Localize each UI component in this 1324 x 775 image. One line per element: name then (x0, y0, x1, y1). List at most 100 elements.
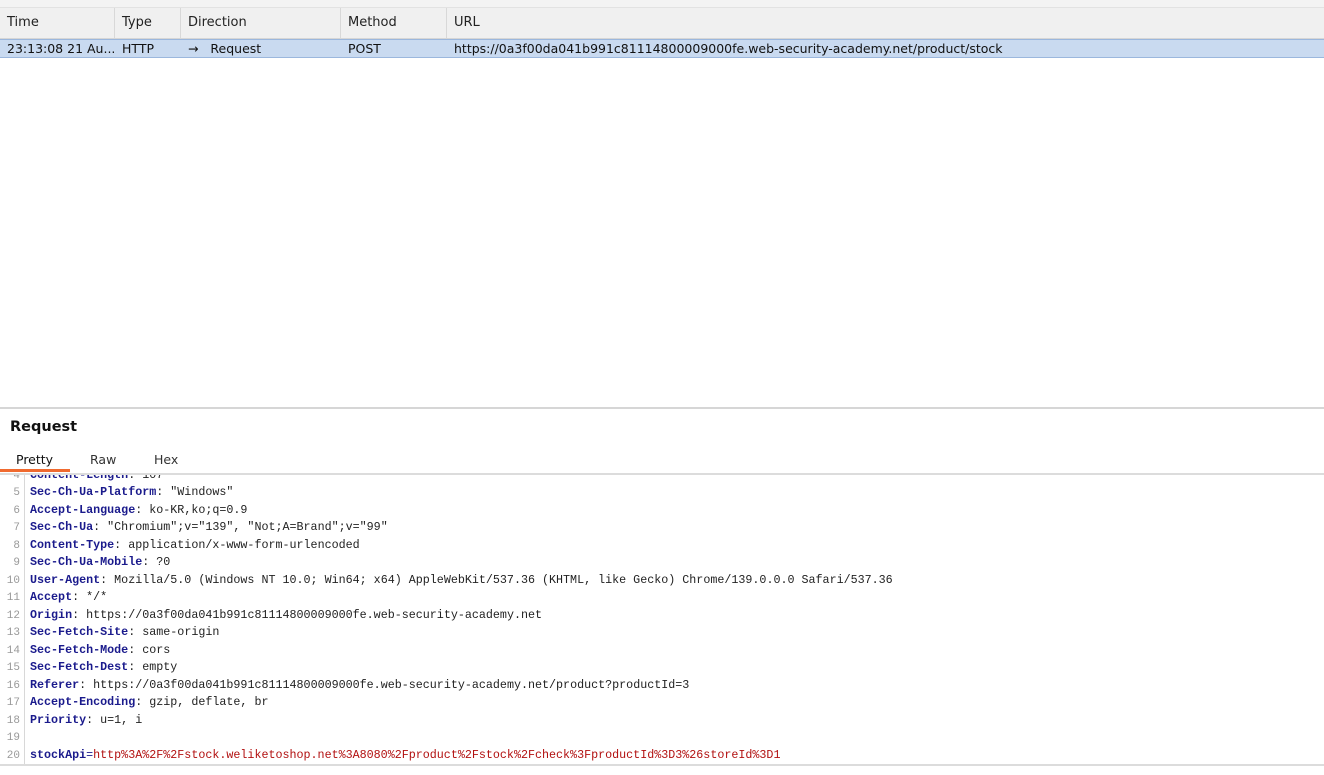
separator: : (128, 475, 142, 482)
header-name: Sec-Ch-Ua (30, 520, 94, 534)
header-value: https://0a3f00da041b991c81114800009000fe… (86, 607, 543, 622)
header-name: Sec-Fetch-Mode (30, 642, 129, 657)
header-value: same-origin (142, 625, 220, 639)
separator: : (135, 502, 150, 517)
header-value: empty (142, 660, 178, 674)
separator: : (72, 590, 87, 604)
header-value: gzip, deflate, br (149, 695, 269, 709)
param-value: http%3A%2F%2Fstock.weliketoshop.net%3A80… (93, 747, 781, 762)
request-line: 13 Sec-Fetch-Site: same-origin (0, 624, 220, 642)
column-header-type[interactable]: Type (115, 8, 181, 38)
arrow-right-icon: → (188, 41, 199, 56)
header-name: Sec-Fetch-Dest (30, 660, 129, 674)
column-header-method[interactable]: Method (341, 8, 447, 38)
header-name: Content-Length (30, 475, 128, 482)
separator: : (86, 712, 101, 727)
history-table: Time Type Direction Method URL 23:13:08 … (0, 0, 1324, 408)
request-line: 20 stockApi=http%3A%2F%2Fstock.weliketosh… (0, 747, 781, 765)
row-direction: → Request (181, 40, 341, 57)
separator: : (128, 642, 143, 657)
row-url: https://0a3f00da041b991c81114800009000fe… (454, 41, 1003, 56)
separator: : (128, 625, 143, 639)
line-number: 12 (6, 609, 20, 622)
header-name: Origin (30, 607, 73, 622)
row-time: 23:13:08 21 Au... (7, 41, 115, 56)
table-row[interactable]: 23:13:08 21 Au... HTTP → Request POST ht… (0, 39, 1324, 58)
row-method: POST (348, 41, 381, 56)
header-name: Accept (30, 590, 73, 604)
column-header-direction[interactable]: Direction (181, 8, 341, 38)
request-line: 7 Sec-Ch-Ua: "Chromium";v="139", "Not;A=B… (0, 519, 388, 537)
request-line: 17 Accept-Encoding: gzip, deflate, br (0, 694, 269, 712)
header-value: "Chromium";v="139", "Not;A=Brand";v="99" (107, 520, 388, 534)
line-number: 15 (6, 662, 20, 674)
header-name: Accept-Language (30, 502, 136, 517)
line-number: 14 (6, 644, 20, 657)
active-tab-indicator (0, 469, 70, 472)
separator: : (156, 485, 171, 499)
line-number: 6 (13, 504, 20, 517)
separator: : (93, 520, 108, 534)
request-line: 16 Referer: https://0a3f00da041b991c81114… (0, 677, 690, 695)
header-value: Mozilla/5.0 (Windows NT 10.0; Win64; x64… (114, 572, 893, 587)
request-line: 10 User-Agent: Mozilla/5.0 (Windows NT 10… (0, 572, 893, 590)
header-value: */* (86, 590, 108, 604)
request-line: 4Content-Length: 107 (0, 475, 163, 484)
separator: : (72, 607, 87, 622)
line-number: 17 (6, 697, 20, 709)
header-value: 107 (142, 475, 163, 482)
top-strip (0, 0, 1324, 7)
tab-pretty[interactable]: Pretty (16, 452, 53, 467)
separator: : (100, 572, 115, 587)
header-name: Sec-Ch-Ua-Mobile (30, 555, 143, 569)
header-value: cors (142, 642, 171, 657)
request-line: 12 Origin: https://0a3f00da041b991c811148… (0, 607, 542, 625)
line-number: 7 (13, 522, 20, 534)
request-line: 15 Sec-Fetch-Dest: empty (0, 659, 178, 677)
request-line: 14 Sec-Fetch-Mode: cors (0, 642, 171, 660)
header-name: Accept-Encoding (30, 695, 136, 709)
separator: : (79, 677, 94, 692)
line-number: 19 (6, 732, 20, 744)
line-number: 10 (6, 574, 20, 587)
line-number: 9 (13, 557, 20, 569)
separator: : (135, 695, 150, 709)
line-number: 13 (6, 627, 20, 639)
header-value: ko-KR,ko;q=0.9 (149, 502, 248, 517)
request-line: 19 (0, 729, 30, 747)
header-name: Referer (30, 677, 80, 692)
separator: : (142, 555, 157, 569)
column-header-url[interactable]: URL (447, 8, 1324, 38)
column-header-time[interactable]: Time (0, 8, 115, 38)
request-line: 6 Accept-Language: ko-KR,ko;q=0.9 (0, 502, 247, 520)
line-number: 8 (13, 539, 20, 552)
request-line: 9 Sec-Ch-Ua-Mobile: ?0 (0, 554, 170, 572)
param-name: stockApi (30, 747, 87, 762)
row-type: HTTP (122, 41, 154, 56)
table-header: Time Type Direction Method URL (0, 7, 1324, 39)
header-value: "Windows" (170, 485, 234, 499)
row-direction-label: Request (210, 41, 262, 56)
separator: : (128, 660, 143, 674)
request-editor[interactable]: 4Content-Length: 107 5 Sec-Ch-Ua-Platform:… (0, 475, 1324, 766)
tab-raw[interactable]: Raw (90, 452, 116, 467)
pane-divider[interactable] (0, 407, 1324, 409)
header-name: Priority (30, 712, 87, 727)
request-line: 11 Accept: */* (0, 589, 107, 607)
header-value: ?0 (156, 555, 171, 569)
header-value: application/x-www-form-urlencoded (128, 537, 360, 552)
request-line: 5 Sec-Ch-Ua-Platform: "Windows" (0, 484, 233, 502)
line-number: 20 (6, 749, 20, 762)
line-number: 11 (6, 592, 20, 604)
separator: : (114, 537, 129, 552)
line-number: 16 (6, 679, 20, 692)
request-line: 18 Priority: u=1, i (0, 712, 142, 730)
header-name: User-Agent (30, 572, 101, 587)
header-value: u=1, i (100, 712, 143, 727)
header-name: Sec-Ch-Ua-Platform (30, 485, 157, 499)
request-pane-title: Request (10, 419, 78, 435)
line-number: 5 (13, 487, 20, 499)
header-value: https://0a3f00da041b991c81114800009000fe… (93, 677, 690, 692)
tab-hex[interactable]: Hex (154, 452, 178, 467)
request-line: 8 Content-Type: application/x-www-form-ur… (0, 537, 360, 555)
